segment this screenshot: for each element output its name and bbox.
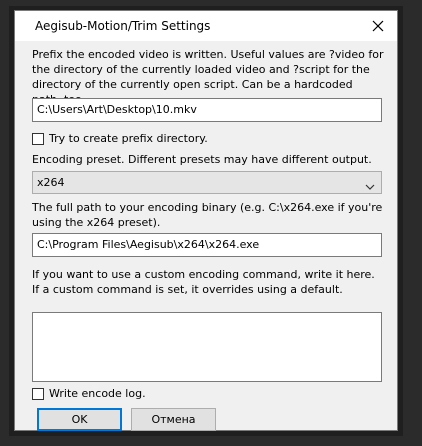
preset-description: Encoding preset. Different presets may h… [32, 153, 372, 166]
chevron-down-icon [365, 178, 375, 190]
binary-path-input[interactable]: C:\Program Files\Aegisub\x264\x264.exe [32, 233, 382, 257]
create-prefix-dir-checkbox[interactable] [32, 133, 44, 145]
preset-selected-value: x264 [37, 176, 65, 189]
write-log-label: Write encode log. [49, 387, 146, 400]
custom-command-textarea[interactable] [32, 312, 382, 382]
create-prefix-dir-label: Try to create prefix directory. [49, 132, 208, 145]
window-title: Aegisub-Motion/Trim Settings [35, 19, 211, 33]
close-button[interactable] [369, 17, 387, 35]
title-bar[interactable]: Aegisub-Motion/Trim Settings [15, 11, 397, 41]
ok-button[interactable]: OK [37, 408, 122, 431]
settings-dialog: Aegisub-Motion/Trim Settings Prefix the … [14, 10, 398, 431]
write-log-checkbox[interactable] [32, 388, 44, 400]
binary-description: The full path to your encoding binary (e… [32, 201, 383, 229]
close-icon [372, 20, 384, 32]
preset-dropdown[interactable]: x264 [32, 171, 382, 194]
prefix-input[interactable]: C:\Users\Art\Desktop\10.mkv [32, 98, 382, 122]
custom-command-description: If you want to use a custom encoding com… [32, 268, 375, 296]
cancel-button[interactable]: Отмена [131, 408, 216, 431]
